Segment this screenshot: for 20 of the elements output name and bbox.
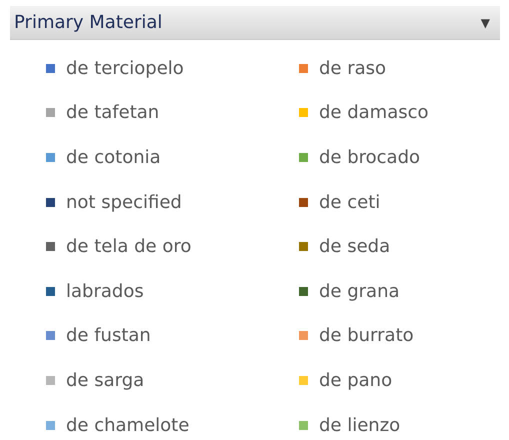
legend-label[interactable]: de brocado <box>319 146 420 168</box>
legend-label[interactable]: de chamelote <box>66 414 190 436</box>
legend-label[interactable]: de terciopelo <box>66 58 184 79</box>
legend-label[interactable]: labrados <box>66 280 144 302</box>
legend-label[interactable]: de damasco <box>319 102 429 124</box>
legend-label[interactable]: de cotonia <box>66 146 161 168</box>
dropdown-icon[interactable]: ▼ <box>480 16 490 30</box>
filter-title: Primary Material <box>14 12 162 33</box>
legend-label[interactable]: de ceti <box>319 192 380 213</box>
legend-label[interactable]: de pano <box>319 370 392 391</box>
legend-label[interactable]: de burrato <box>319 325 414 346</box>
legend-label[interactable]: de tela de oro <box>66 236 192 258</box>
legend-label[interactable]: de lienzo <box>319 414 400 436</box>
legend-label[interactable]: de sarga <box>66 370 144 391</box>
legend-label[interactable]: de fustan <box>66 325 151 346</box>
legend-label[interactable]: de seda <box>319 236 390 258</box>
legend-label[interactable]: de raso <box>319 58 386 79</box>
legend-label[interactable]: not specified <box>66 192 182 213</box>
legend-label[interactable]: de tafetan <box>66 102 160 124</box>
legend-label[interactable]: de grana <box>319 280 400 302</box>
